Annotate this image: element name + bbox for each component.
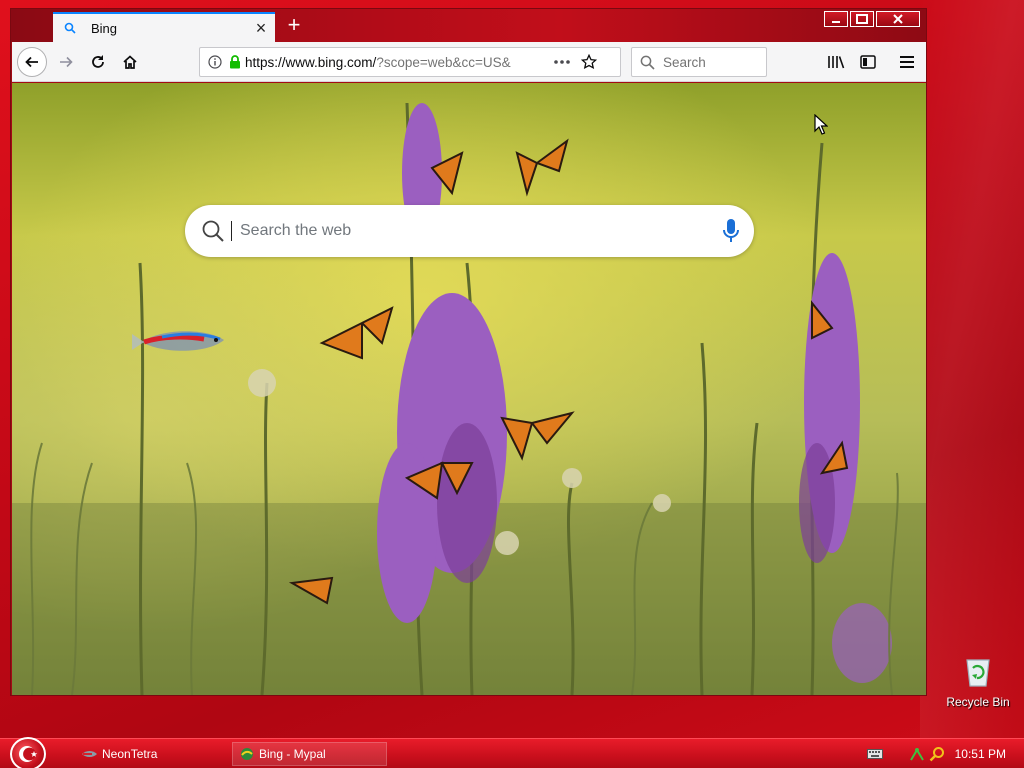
search-input[interactable] <box>663 54 763 70</box>
address-bar[interactable]: https://www.bing.com/?scope=web&cc=US& <box>199 47 621 77</box>
close-tab-icon[interactable]: × <box>253 19 269 37</box>
library-button[interactable] <box>821 47 851 77</box>
window-controls <box>824 11 920 27</box>
back-button[interactable] <box>17 47 47 77</box>
info-icon[interactable] <box>208 55 222 69</box>
search-icon <box>63 21 77 35</box>
start-button[interactable] <box>10 737 46 768</box>
network-icon[interactable] <box>909 746 925 762</box>
recycle-bin-icon <box>966 659 990 687</box>
mouse-cursor-icon <box>814 114 828 135</box>
search-icon <box>640 55 655 70</box>
page-content <box>12 83 926 695</box>
maximize-button[interactable] <box>850 11 874 27</box>
taskbar-item-neontetra[interactable]: NeonTetra <box>74 742 224 766</box>
url-text[interactable]: https://www.bing.com/?scope=web&cc=US& <box>245 55 525 70</box>
search-icon <box>201 219 225 243</box>
lock-icon[interactable] <box>229 55 241 69</box>
taskbar-item-bing-mypal[interactable]: Bing - Mypal <box>232 742 387 766</box>
background-image <box>12 83 926 695</box>
taskbar-item-label: NeonTetra <box>102 747 158 761</box>
microphone-icon[interactable] <box>722 218 740 244</box>
page-actions-icon[interactable] <box>553 59 571 65</box>
fish-icon <box>82 751 97 757</box>
crescent-star-icon <box>19 746 38 762</box>
system-tray: 10:51 PM <box>866 739 1024 768</box>
neon-tetra-fish[interactable] <box>132 322 236 362</box>
search-bar[interactable] <box>631 47 767 77</box>
bookmark-star-icon[interactable] <box>581 54 597 70</box>
text-caret <box>231 221 232 241</box>
tab-title: Bing <box>91 20 118 36</box>
forward-button[interactable] <box>51 47 81 77</box>
recycle-bin[interactable]: Recycle Bin <box>938 656 1018 712</box>
taskbar: NeonTetra Bing - Mypal 10:51 PM <box>0 737 1024 768</box>
tab-bing[interactable]: Bing × <box>53 12 275 42</box>
close-button[interactable] <box>876 11 920 27</box>
minimize-button[interactable] <box>824 11 848 27</box>
sidebar-button[interactable] <box>853 47 883 77</box>
menu-button[interactable] <box>892 47 922 77</box>
navigation-toolbar: https://www.bing.com/?scope=web&cc=US& <box>12 42 926 82</box>
clock[interactable]: 10:51 PM <box>955 747 1006 761</box>
bing-search-box[interactable] <box>185 205 754 257</box>
search-icon[interactable] <box>929 746 945 762</box>
desktop-background <box>920 0 1024 740</box>
bing-search-input[interactable] <box>240 222 670 240</box>
mypal-icon <box>241 748 253 760</box>
recycle-bin-label: Recycle Bin <box>946 695 1010 709</box>
new-tab-button[interactable]: + <box>283 14 305 37</box>
title-bar: Bing × + <box>11 9 926 42</box>
keyboard-icon[interactable] <box>866 749 883 759</box>
reload-button[interactable] <box>83 47 113 77</box>
home-button[interactable] <box>115 47 145 77</box>
taskbar-item-label: Bing - Mypal <box>259 747 326 761</box>
